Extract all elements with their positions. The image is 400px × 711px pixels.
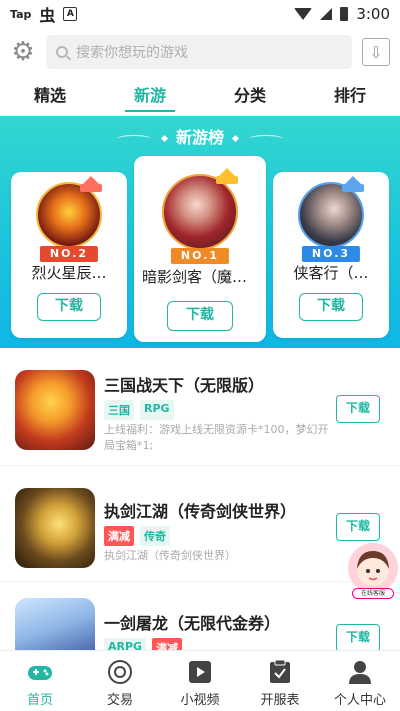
top-tabs: 精选 新游 分类 排行	[0, 74, 400, 114]
list-item[interactable]: 执剑江湖（传奇剑侠世界） 满减 传奇 执剑江湖（传奇剑侠世界） 下载	[0, 466, 400, 582]
service-girl-icon	[357, 551, 389, 586]
clock: 3:00	[356, 5, 390, 23]
video-icon	[189, 661, 211, 683]
nav-label: 开服表	[260, 693, 300, 708]
service-avatar	[348, 543, 398, 593]
nav-label: 首页	[26, 693, 53, 708]
nav-trade[interactable]: 交易	[80, 651, 160, 711]
list-item[interactable]: 三国战天下（无限版） 三国 RPG 上线福利：游戏上线无限资源卡*100，梦幻开…	[0, 350, 400, 466]
nav-server-schedule[interactable]: 开服表	[240, 651, 320, 711]
tag: 传奇	[140, 526, 170, 546]
game-title: 执剑江湖（传奇剑侠世界）	[104, 502, 297, 521]
search-row: ⚙ 搜索你想玩的游戏 ⇩	[0, 32, 400, 72]
gamepad-icon	[28, 666, 52, 680]
ranking-card-3[interactable]: NO.3 侠客行（… 下载	[273, 172, 389, 338]
nav-profile[interactable]: 个人中心	[320, 651, 400, 711]
signal-icon	[320, 8, 333, 20]
battery-icon	[340, 7, 349, 21]
bottom-nav: 首页 交易 小视频 开服表 个人中心	[0, 650, 400, 711]
game-icon	[15, 598, 95, 650]
tag-list: 满减 传奇	[104, 526, 170, 546]
service-label: 在线客服	[352, 588, 394, 599]
taptap-icon: Tap	[10, 7, 32, 21]
game-avatar-wrap: NO.3	[296, 176, 366, 262]
tag: 三国	[104, 400, 134, 420]
person-icon	[349, 661, 371, 684]
tab-ranking[interactable]: 排行	[300, 74, 400, 114]
game-desc: 执剑江湖（传奇剑侠世界）	[104, 549, 236, 562]
nav-video[interactable]: 小视频	[160, 651, 240, 711]
tag-list: 三国 RPG	[104, 400, 174, 420]
right-ornament-icon	[248, 134, 283, 143]
game-icon	[15, 488, 95, 568]
game-list: 三国战天下（无限版） 三国 RPG 上线福利：游戏上线无限资源卡*100，梦幻开…	[0, 350, 400, 650]
ranking-title: 新游榜	[0, 124, 400, 148]
game-icon	[15, 370, 95, 450]
tab-new-games[interactable]: 新游	[100, 74, 200, 114]
rank-badge: NO.2	[39, 246, 99, 262]
calendar-icon	[270, 659, 290, 683]
a-icon: A	[63, 7, 78, 21]
download-button[interactable]: 下载	[336, 395, 380, 423]
game-name: 侠客行（…	[293, 264, 369, 282]
tag: RPG	[140, 400, 174, 420]
download-manager-icon[interactable]: ⇩	[362, 38, 390, 66]
rank-badge: NO.3	[301, 246, 361, 262]
game-avatar-wrap: NO.1	[160, 168, 240, 264]
nav-label: 个人中心	[333, 693, 386, 708]
rank-badge: NO.1	[170, 248, 230, 264]
tag: 满减	[104, 526, 134, 546]
list-item[interactable]: 一剑屠龙（无限代金券） ARPG 满减 下载	[0, 582, 400, 650]
tab-categories[interactable]: 分类	[200, 74, 300, 114]
game-name: 烈火星辰…	[31, 264, 107, 282]
online-service-button[interactable]: 在线客服	[346, 541, 400, 599]
download-button[interactable]: 下载	[336, 513, 380, 541]
settings-gear-icon[interactable]: ⚙	[10, 39, 36, 65]
nav-label: 交易	[106, 693, 133, 708]
game-desc: 上线福利：游戏上线无限资源卡*100，梦幻开局宝箱*1;	[104, 423, 329, 452]
ranking-card-2[interactable]: NO.2 烈火星辰… 下载	[11, 172, 127, 338]
download-button[interactable]: 下载	[167, 301, 233, 331]
tag: 满减	[152, 638, 183, 650]
crown-icon	[342, 176, 364, 192]
tag-list: ARPG 满减	[104, 638, 183, 650]
bug-icon: 虫	[39, 6, 56, 25]
diamond-icon	[161, 134, 169, 143]
download-button[interactable]: 下载	[37, 293, 101, 321]
nav-home[interactable]: 首页	[0, 651, 80, 711]
search-input[interactable]: 搜索你想玩的游戏	[46, 35, 352, 69]
game-avatar-wrap: NO.2	[34, 176, 104, 262]
wifi-icon	[294, 8, 313, 20]
game-avatar	[162, 174, 238, 250]
search-icon	[56, 46, 68, 58]
game-title: 三国战天下（无限版）	[104, 376, 265, 395]
ranking-title-text: 新游榜	[175, 128, 224, 147]
tag: ARPG	[104, 638, 147, 650]
game-name: 暗影剑客（魔法爆…	[142, 268, 266, 286]
download-button[interactable]: 下载	[299, 293, 363, 321]
app-root: { "status_bar": { "left_icons": ["taptap…	[0, 0, 400, 711]
ranking-card-1[interactable]: NO.1 暗影剑客（魔法爆… 下载	[134, 156, 266, 342]
download-button[interactable]: 下载	[336, 624, 380, 650]
nav-label: 小视频	[180, 693, 220, 708]
status-bar: Tap 虫 A 3:00	[0, 0, 400, 28]
crown-icon	[80, 176, 102, 192]
diamond-icon	[231, 134, 239, 143]
trade-icon	[108, 660, 132, 684]
tab-featured[interactable]: 精选	[0, 74, 100, 114]
game-title: 一剑屠龙（无限代金券）	[104, 614, 281, 633]
new-games-ranking-banner: 新游榜 NO.2 烈火星辰… 下载 NO.1 暗影剑客（魔法爆… 下载 NO.3…	[0, 116, 400, 348]
left-ornament-icon	[117, 134, 152, 143]
crown-icon	[216, 168, 238, 184]
search-placeholder: 搜索你想玩的游戏	[76, 45, 188, 61]
